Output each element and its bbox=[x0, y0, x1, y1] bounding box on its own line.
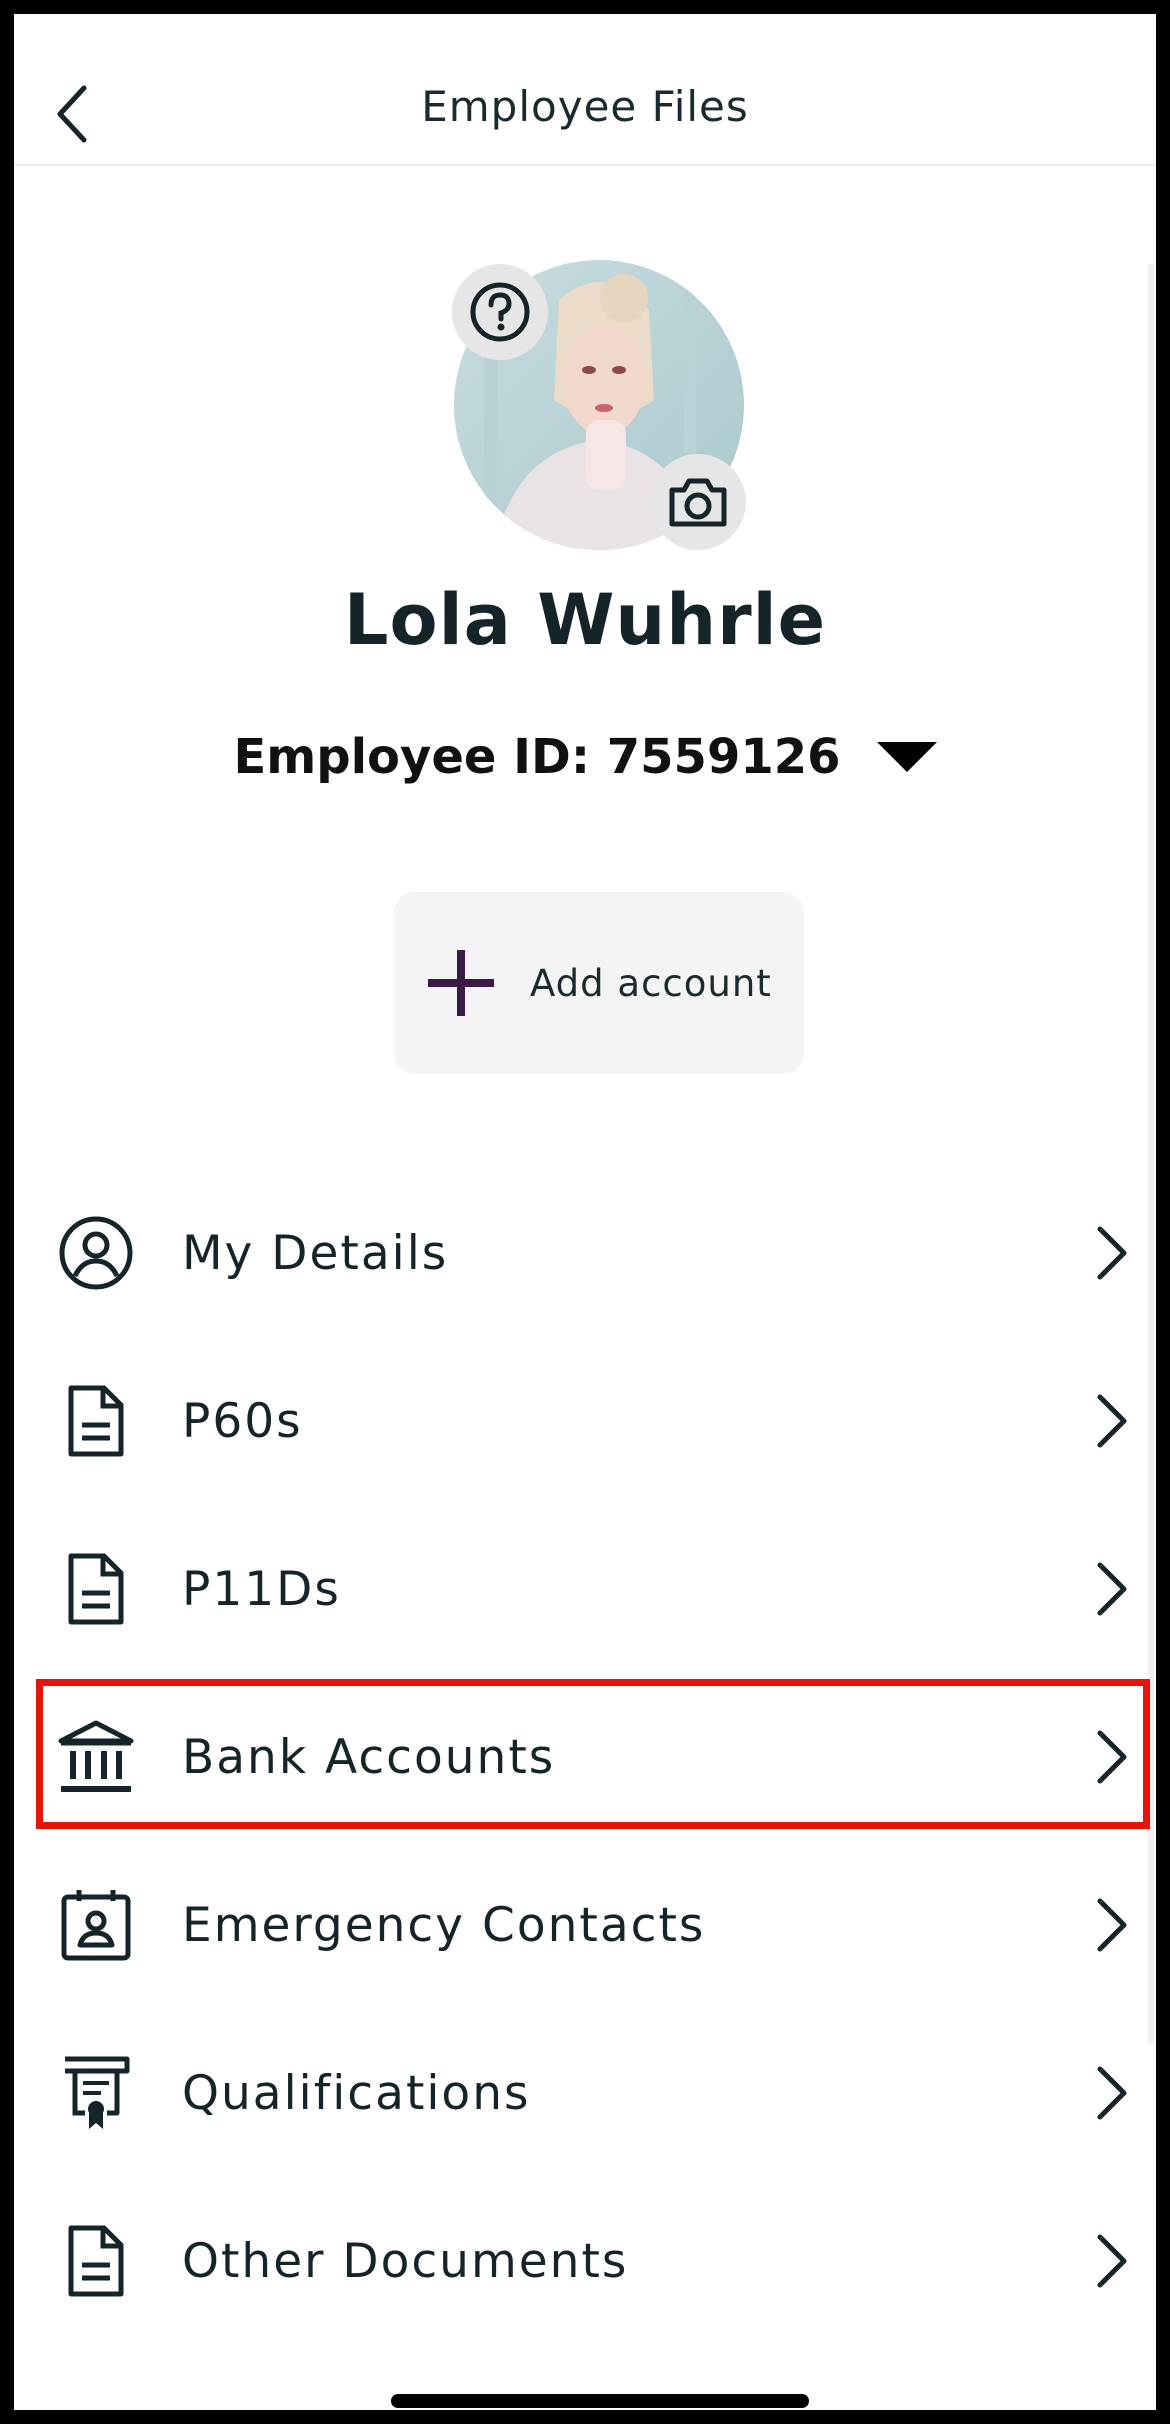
add-account-label: Add account bbox=[530, 961, 772, 1005]
menu-item-qualifications[interactable]: Qualifications bbox=[14, 2009, 1156, 2177]
menu-item-label: My Details bbox=[182, 1225, 449, 1281]
employee-id-label: Employee ID: 7559126 bbox=[233, 729, 841, 785]
highlight-box bbox=[36, 1679, 1150, 1829]
chevron-right-icon bbox=[1097, 2234, 1127, 2288]
page-title: Employee Files bbox=[421, 82, 749, 131]
help-button[interactable] bbox=[452, 264, 548, 360]
chevron-right-icon bbox=[1097, 1898, 1127, 1952]
chevron-right-icon bbox=[1097, 2066, 1127, 2120]
menu-item-label: Other Documents bbox=[182, 2233, 629, 2289]
employee-name: Lola Wuhrle bbox=[343, 579, 827, 661]
home-indicator[interactable] bbox=[391, 2394, 809, 2408]
question-circle-icon bbox=[470, 282, 530, 342]
camera-icon bbox=[669, 478, 727, 527]
menu-item-p60s[interactable]: P60s bbox=[14, 1337, 1156, 1505]
document-icon bbox=[56, 2221, 136, 2301]
menu-item-label: P60s bbox=[182, 1393, 303, 1449]
plus-icon bbox=[428, 950, 494, 1016]
caret-down-icon bbox=[876, 740, 937, 774]
menu-item-other-documents[interactable]: Other Documents bbox=[14, 2177, 1156, 2345]
user-circle-icon bbox=[56, 1213, 136, 1293]
chevron-right-icon bbox=[1097, 1394, 1127, 1448]
employee-id-selector[interactable]: Employee ID: 7559126 bbox=[14, 729, 1156, 785]
menu-item-my-details[interactable]: My Details bbox=[14, 1169, 1156, 1337]
add-account-button[interactable]: Add account bbox=[394, 892, 804, 1074]
contact-card-icon bbox=[56, 1885, 136, 1965]
document-icon bbox=[56, 1381, 136, 1461]
certificate-icon bbox=[56, 2053, 136, 2133]
profile-avatar-area bbox=[452, 260, 746, 550]
chevron-right-icon bbox=[1097, 1562, 1127, 1616]
phone-frame: Employee Files Lola Wuhrle Employee ID: … bbox=[0, 0, 1170, 2424]
header: Employee Files bbox=[14, 14, 1156, 166]
menu-item-p11ds[interactable]: P11Ds bbox=[14, 1505, 1156, 1673]
change-photo-button[interactable] bbox=[650, 454, 746, 550]
menu-item-label: P11Ds bbox=[182, 1561, 341, 1617]
chevron-right-icon bbox=[1097, 1226, 1127, 1280]
document-icon bbox=[56, 1549, 136, 1629]
menu-item-emergency-contacts[interactable]: Emergency Contacts bbox=[14, 1841, 1156, 2009]
menu-item-label: Qualifications bbox=[182, 2065, 531, 2121]
menu-item-label: Emergency Contacts bbox=[182, 1897, 706, 1953]
